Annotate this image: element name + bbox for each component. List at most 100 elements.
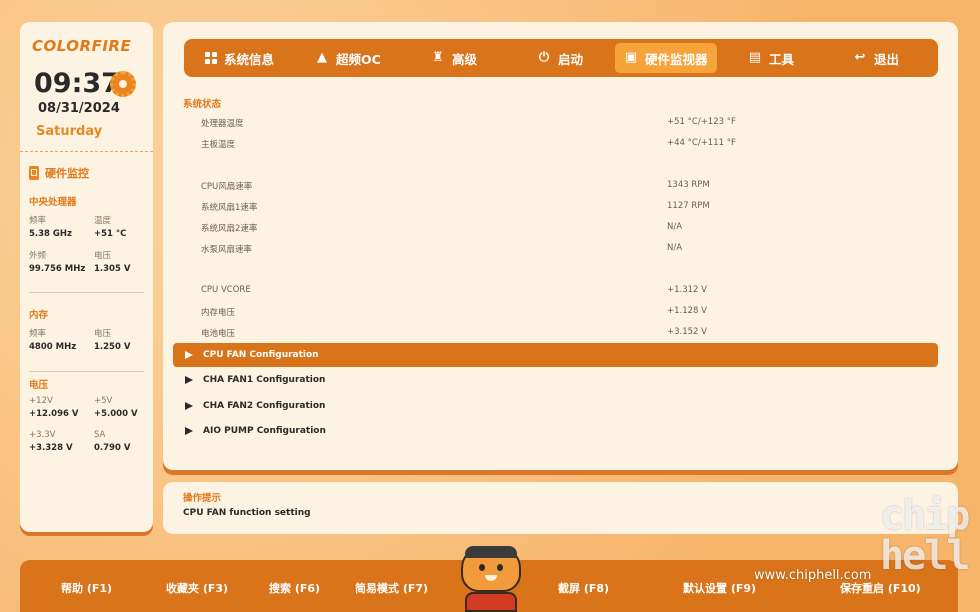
status-value-pump-fan: N/A — [667, 243, 683, 253]
chevron-right-icon — [185, 427, 193, 435]
cpu-freq-value: 5.38 GHz — [29, 229, 72, 239]
sa-value: 0.790 V — [94, 443, 131, 453]
status-value-sys-fan1: 1127 RPM — [667, 201, 710, 211]
favorites-button[interactable]: 收藏夹 (F3) — [166, 580, 228, 596]
status-value-sys-fan2: N/A — [667, 222, 683, 232]
cpu-volt: 电压 1.305 V — [94, 249, 130, 274]
voltage-section-title: 电压 — [29, 380, 49, 391]
chevron-right-icon — [185, 376, 193, 384]
power-icon: ⏻ — [538, 50, 550, 65]
status-label-cpu-fan: CPU风扇速率 — [201, 182, 253, 192]
status-label-sys-fan1: 系统风扇1速率 — [201, 203, 258, 213]
chevron-right-icon — [185, 351, 193, 359]
tab-exit[interactable]: ↩ 退出 — [844, 43, 908, 73]
tab-label: 退出 — [874, 51, 900, 67]
cpu-volt-value: 1.305 V — [94, 264, 131, 274]
cpu-temp-value: +51 °C — [94, 229, 127, 239]
hint-text: CPU FAN function setting — [183, 508, 311, 518]
easy-mode-button[interactable]: 简易模式 (F7) — [355, 580, 428, 596]
v33-value: +3.328 V — [29, 443, 73, 453]
chip-icon — [29, 166, 39, 180]
mem-freq-value: 4800 MHz — [29, 342, 77, 352]
main-panel: 系统信息 ▲ 超频OC ♜ 高级 ⏻ 启动 ▣ 硬件监视器 ▤ 工具 ↩ 退出 … — [163, 22, 958, 470]
cpu-section-title: 中央处理器 — [29, 197, 77, 208]
clock-date: 08/31/2024 — [38, 101, 120, 116]
v12-value: +12.096 V — [29, 409, 79, 419]
chevron-right-icon — [185, 402, 193, 410]
monitor-icon: ▣ — [624, 50, 638, 65]
menu-item-label: CHA FAN2 Configuration — [203, 401, 326, 411]
watermark-logo-top: chip — [880, 493, 970, 539]
menu-item-cpu-fan-config[interactable]: CPU FAN Configuration — [173, 343, 938, 367]
tab-advanced[interactable]: ♜ 高级 — [422, 43, 486, 73]
mascot-body — [465, 592, 517, 612]
divider — [29, 371, 144, 372]
tab-boot[interactable]: ⏻ 启动 — [528, 43, 592, 73]
system-status-title: 系统状态 — [183, 99, 222, 110]
toolbox-icon: ▤ — [748, 50, 762, 65]
v33-label: +3.3V — [29, 430, 56, 440]
tab-label: 超频OC — [336, 51, 381, 67]
status-label-mb-temp: 主板温度 — [201, 140, 236, 150]
v12-label: +12V — [29, 396, 53, 406]
status-value-cpu-fan: 1343 RPM — [667, 180, 710, 190]
status-label-mem-volt: 内存电压 — [201, 308, 236, 318]
cpu-bclk-value: 99.756 MHz — [29, 264, 86, 274]
memory-section-title: 内存 — [29, 310, 49, 321]
hint-title: 操作提示 — [183, 493, 222, 504]
tab-tools[interactable]: ▤ 工具 — [739, 43, 803, 73]
watermark-logo: chip hell — [880, 493, 970, 576]
status-value-vcore: +1.312 V — [667, 285, 707, 295]
cpu-freq-label: 频率 — [29, 216, 47, 226]
divider — [20, 151, 153, 152]
tab-hardware-monitor[interactable]: ▣ 硬件监视器 — [615, 43, 717, 73]
tab-system-info[interactable]: 系统信息 — [196, 43, 283, 73]
cpu-freq: 频率 5.38 GHz — [29, 214, 72, 239]
menu-item-label: CPU FAN Configuration — [203, 350, 319, 360]
tab-label: 系统信息 — [224, 51, 275, 67]
menu-item-aio-pump-config[interactable]: AIO PUMP Configuration — [173, 419, 938, 443]
screenshot-button[interactable]: 截屏 (F8) — [558, 580, 609, 596]
mem-volt-value: 1.250 V — [94, 342, 131, 352]
crown-icon: ♜ — [432, 50, 444, 65]
menu-item-label: CHA FAN1 Configuration — [203, 375, 326, 385]
v33: +3.3V +3.328 V — [29, 430, 73, 453]
cpu-temp-label: 温度 — [94, 216, 112, 226]
status-value-cpu-temp: +51 °C/+123 °F — [667, 117, 736, 127]
status-label-sys-fan2: 系统风扇2速率 — [201, 224, 258, 234]
tab-label: 高级 — [452, 51, 478, 67]
clock-time: 09:37 — [34, 68, 120, 99]
grid-icon — [205, 52, 217, 64]
hint-panel: 操作提示 CPU FAN function setting — [163, 482, 958, 534]
menu-item-label: AIO PUMP Configuration — [203, 426, 326, 436]
mem-volt: 电压 1.250 V — [94, 327, 130, 352]
mem-freq-label: 频率 — [29, 329, 47, 339]
clock-weekday: Saturday — [36, 124, 103, 139]
load-defaults-button[interactable]: 默认设置 (F9) — [683, 580, 756, 596]
mascot-eye — [497, 564, 503, 571]
hw-monitor-heading: 硬件监控 — [29, 165, 89, 181]
v5-label: +5V — [94, 396, 113, 406]
search-button[interactable]: 搜索 (F6) — [269, 580, 320, 596]
tab-label: 启动 — [558, 51, 584, 67]
v5-value: +5.000 V — [94, 409, 138, 419]
settings-gear-icon[interactable] — [110, 71, 136, 97]
tab-overclock[interactable]: ▲ 超频OC — [306, 43, 390, 73]
v12: +12V +12.096 V — [29, 396, 78, 419]
cpu-bclk: 外频 99.756 MHz — [29, 249, 85, 274]
tab-bar: 系统信息 ▲ 超频OC ♜ 高级 ⏻ 启动 ▣ 硬件监视器 ▤ 工具 ↩ 退出 — [184, 39, 938, 77]
tab-label: 工具 — [769, 51, 795, 67]
status-label-cpu-temp: 处理器温度 — [201, 119, 244, 129]
menu-item-cha-fan2-config[interactable]: CHA FAN2 Configuration — [173, 394, 938, 418]
status-label-battery-volt: 电池电压 — [201, 329, 236, 339]
sa-volt: SA 0.790 V — [94, 430, 130, 453]
status-label-pump-fan: 水泵风扇速率 — [201, 245, 253, 255]
menu-item-cha-fan1-config[interactable]: CHA FAN1 Configuration — [173, 368, 938, 392]
tab-label: 硬件监视器 — [645, 51, 708, 67]
mem-volt-label: 电压 — [94, 329, 112, 339]
v5: +5V +5.000 V — [94, 396, 138, 419]
cpu-bclk-label: 外频 — [29, 251, 47, 261]
status-value-battery-volt: +3.152 V — [667, 327, 707, 337]
cat-mascot-icon — [455, 540, 527, 612]
help-button[interactable]: 帮助 (F1) — [61, 580, 112, 596]
